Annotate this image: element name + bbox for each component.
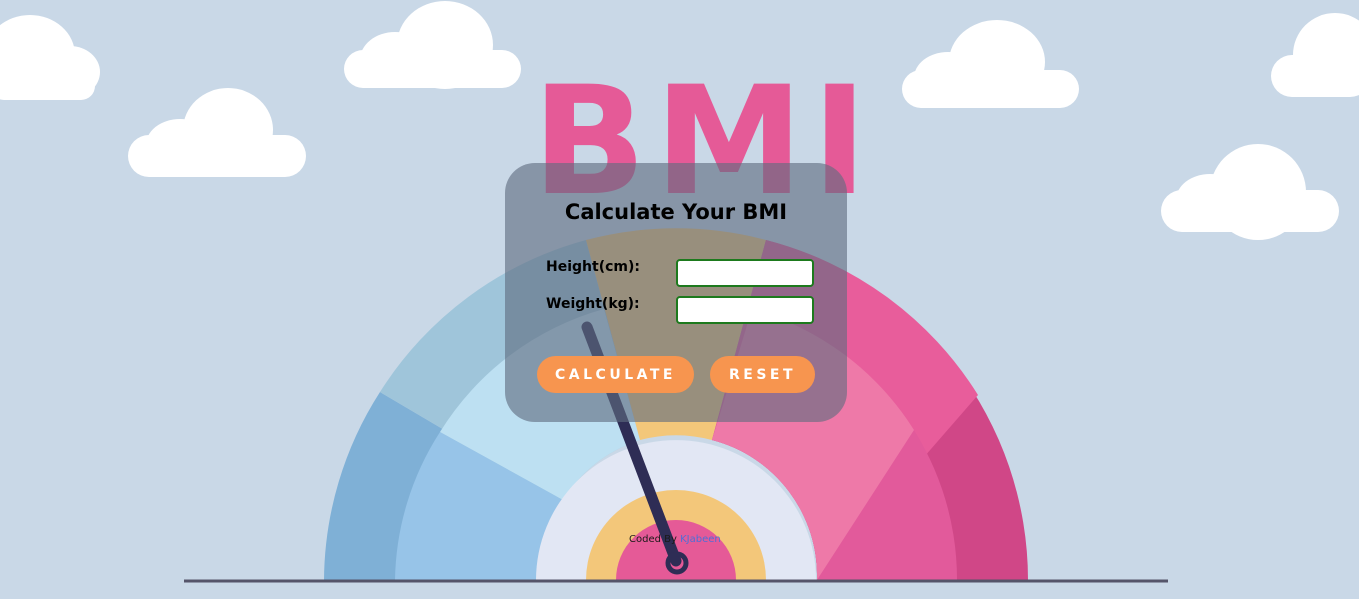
height-label: Height(cm): bbox=[546, 259, 640, 275]
footer-credit: Coded By KJabeen bbox=[629, 534, 721, 545]
cloud-icon bbox=[0, 15, 100, 100]
credit-prefix: Coded By bbox=[629, 534, 677, 545]
cloud-icon bbox=[128, 88, 306, 177]
weight-label: Weight(kg): bbox=[546, 296, 640, 312]
cloud-icon bbox=[1161, 144, 1339, 240]
weight-input[interactable] bbox=[676, 296, 814, 324]
height-input[interactable] bbox=[676, 259, 814, 287]
author-link[interactable]: KJabeen bbox=[680, 534, 721, 545]
cloud-icon bbox=[344, 1, 521, 89]
cloud-icon bbox=[1271, 13, 1359, 97]
form-title: Calculate Your BMI bbox=[564, 200, 788, 224]
calculate-button[interactable]: CALCULATE bbox=[537, 356, 694, 393]
reset-button[interactable]: RESET bbox=[710, 356, 815, 393]
bmi-calculator-page: BMI Calculate Your BMI Height(cm): Weigh… bbox=[0, 0, 1359, 599]
cloud-icon bbox=[902, 20, 1079, 108]
